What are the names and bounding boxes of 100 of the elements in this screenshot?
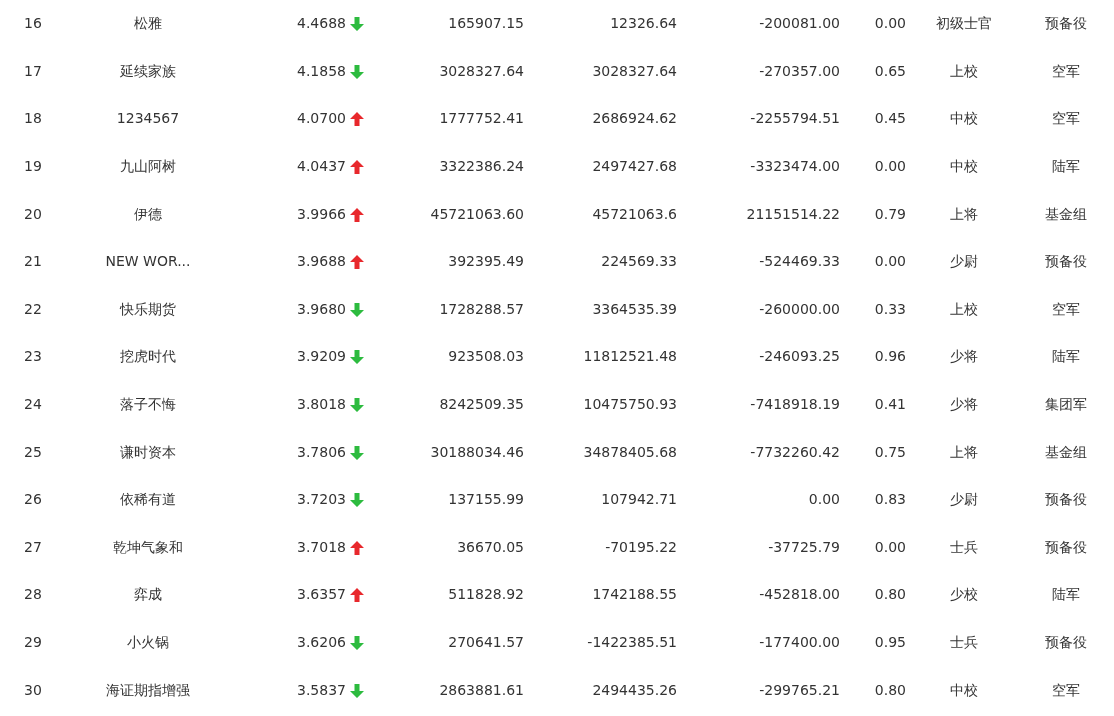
ratio-value: 0.41 bbox=[874, 395, 906, 415]
ratio-value: 0.75 bbox=[874, 442, 906, 462]
group-text: 陆军 bbox=[1052, 347, 1080, 367]
rank-title: 士兵 bbox=[950, 537, 978, 557]
name-text: 依稀有道 bbox=[120, 490, 176, 510]
score-value: 3.9680 bbox=[297, 299, 346, 319]
rank-title: 中校 bbox=[950, 109, 978, 129]
group-text: 集团军 bbox=[1045, 395, 1087, 415]
rank-title: 上将 bbox=[950, 442, 978, 462]
ratio-value: 0.00 bbox=[874, 252, 906, 272]
value-text: 3028327.64 bbox=[439, 61, 524, 81]
score-value: 3.7203 bbox=[297, 490, 346, 510]
value-text: 30188034.46 bbox=[430, 442, 524, 462]
name-text: 延续家族 bbox=[120, 61, 176, 81]
ratio-value: 0.80 bbox=[874, 585, 906, 605]
score-value: 4.0437 bbox=[297, 157, 346, 177]
value-text: 1742188.55 bbox=[592, 585, 677, 605]
rank-number: 20 bbox=[24, 204, 42, 224]
rank-title: 少校 bbox=[950, 585, 978, 605]
value-text: -1422385.51 bbox=[587, 633, 677, 652]
value-text: 165907.15 bbox=[448, 14, 524, 34]
value-text: 2494435.26 bbox=[592, 680, 677, 700]
group-text: 基金组 bbox=[1045, 204, 1087, 224]
score-value: 3.5837 bbox=[297, 680, 346, 700]
value-text: 1777752.41 bbox=[439, 109, 524, 129]
rank-title: 上校 bbox=[950, 61, 978, 81]
ratio-value: 0.80 bbox=[874, 680, 906, 700]
group-text: 空军 bbox=[1052, 680, 1080, 700]
value-text: 3364535.39 bbox=[592, 299, 677, 319]
name-text: 谦时资本 bbox=[120, 442, 176, 462]
value-text: -70195.22 bbox=[605, 537, 677, 557]
score-value: 3.9688 bbox=[297, 252, 346, 272]
group-text: 陆军 bbox=[1052, 585, 1080, 605]
group-text: 陆军 bbox=[1052, 157, 1080, 177]
rank-number: 26 bbox=[24, 490, 42, 510]
rank-number: 27 bbox=[24, 537, 42, 557]
value-text: -260000.00 bbox=[759, 299, 840, 319]
rank-title: 少尉 bbox=[950, 490, 978, 510]
group-text: 预备役 bbox=[1045, 633, 1087, 652]
rank-number: 17 bbox=[24, 61, 42, 81]
score-value: 3.6357 bbox=[297, 585, 346, 605]
value-text: -246093.25 bbox=[759, 347, 840, 367]
rank-number: 19 bbox=[24, 157, 42, 177]
score-value: 3.7018 bbox=[297, 537, 346, 557]
value-text: -177400.00 bbox=[759, 633, 840, 652]
group-text: 空军 bbox=[1052, 61, 1080, 81]
score-value: 3.8018 bbox=[297, 395, 346, 415]
value-text: -3323474.00 bbox=[750, 157, 840, 177]
ratio-value: 0.00 bbox=[874, 14, 906, 34]
value-text: 36670.05 bbox=[457, 537, 524, 557]
name-text: 落子不悔 bbox=[120, 395, 176, 415]
name-text: 小火锅 bbox=[127, 633, 169, 652]
value-text: -7418918.19 bbox=[750, 395, 840, 415]
name-text: 九山阿树 bbox=[120, 157, 176, 177]
group-text: 预备役 bbox=[1045, 490, 1087, 510]
value-text: 12326.64 bbox=[610, 14, 677, 34]
score-value: 4.0700 bbox=[297, 109, 346, 129]
ratio-value: 0.96 bbox=[874, 347, 906, 367]
score-value: 4.1858 bbox=[297, 61, 346, 81]
group-text: 预备役 bbox=[1045, 537, 1087, 557]
value-text: 45721063.6 bbox=[592, 204, 677, 224]
value-text: 270641.57 bbox=[448, 633, 524, 652]
value-text: -524469.33 bbox=[759, 252, 840, 272]
group-text: 基金组 bbox=[1045, 442, 1087, 462]
name-text: 海证期指增强 bbox=[106, 680, 190, 700]
rank-number: 30 bbox=[24, 680, 42, 700]
name-text: 伊德 bbox=[134, 204, 162, 224]
name-text: NEW WOR... bbox=[105, 252, 191, 272]
rank-title: 初级士官 bbox=[936, 14, 992, 34]
ratio-value: 0.45 bbox=[874, 109, 906, 129]
ratio-value: 0.00 bbox=[874, 157, 906, 177]
value-text: 511828.92 bbox=[448, 585, 524, 605]
rank-title: 中校 bbox=[950, 157, 978, 177]
score-value: 3.9209 bbox=[297, 347, 346, 367]
value-text: 224569.33 bbox=[601, 252, 677, 272]
ratio-value: 0.83 bbox=[874, 490, 906, 510]
name-text: 快乐期货 bbox=[120, 299, 176, 319]
group-text: 预备役 bbox=[1045, 14, 1087, 34]
rank-title: 少尉 bbox=[950, 252, 978, 272]
score-value: 3.9966 bbox=[297, 204, 346, 224]
rank-title: 少将 bbox=[950, 347, 978, 367]
value-text: 34878405.68 bbox=[583, 442, 677, 462]
rank-number: 21 bbox=[24, 252, 42, 272]
group-text: 预备役 bbox=[1045, 252, 1087, 272]
rank-number: 22 bbox=[24, 299, 42, 319]
value-text: -270357.00 bbox=[759, 61, 840, 81]
value-text: 3028327.64 bbox=[592, 61, 677, 81]
rank-number: 24 bbox=[24, 395, 42, 415]
value-text: 8242509.35 bbox=[439, 395, 524, 415]
ratio-value: 0.79 bbox=[874, 204, 906, 224]
rank-number: 16 bbox=[24, 14, 42, 34]
value-text: 10475750.93 bbox=[583, 395, 677, 415]
rank-title: 上将 bbox=[950, 204, 978, 224]
value-text: 11812521.48 bbox=[583, 347, 677, 367]
score-value: 3.7806 bbox=[297, 442, 346, 462]
value-text: -452818.00 bbox=[759, 585, 840, 605]
value-text: -299765.21 bbox=[759, 680, 840, 700]
rank-title: 少将 bbox=[950, 395, 978, 415]
value-text: 2497427.68 bbox=[592, 157, 677, 177]
name-text: 松雅 bbox=[134, 14, 162, 34]
